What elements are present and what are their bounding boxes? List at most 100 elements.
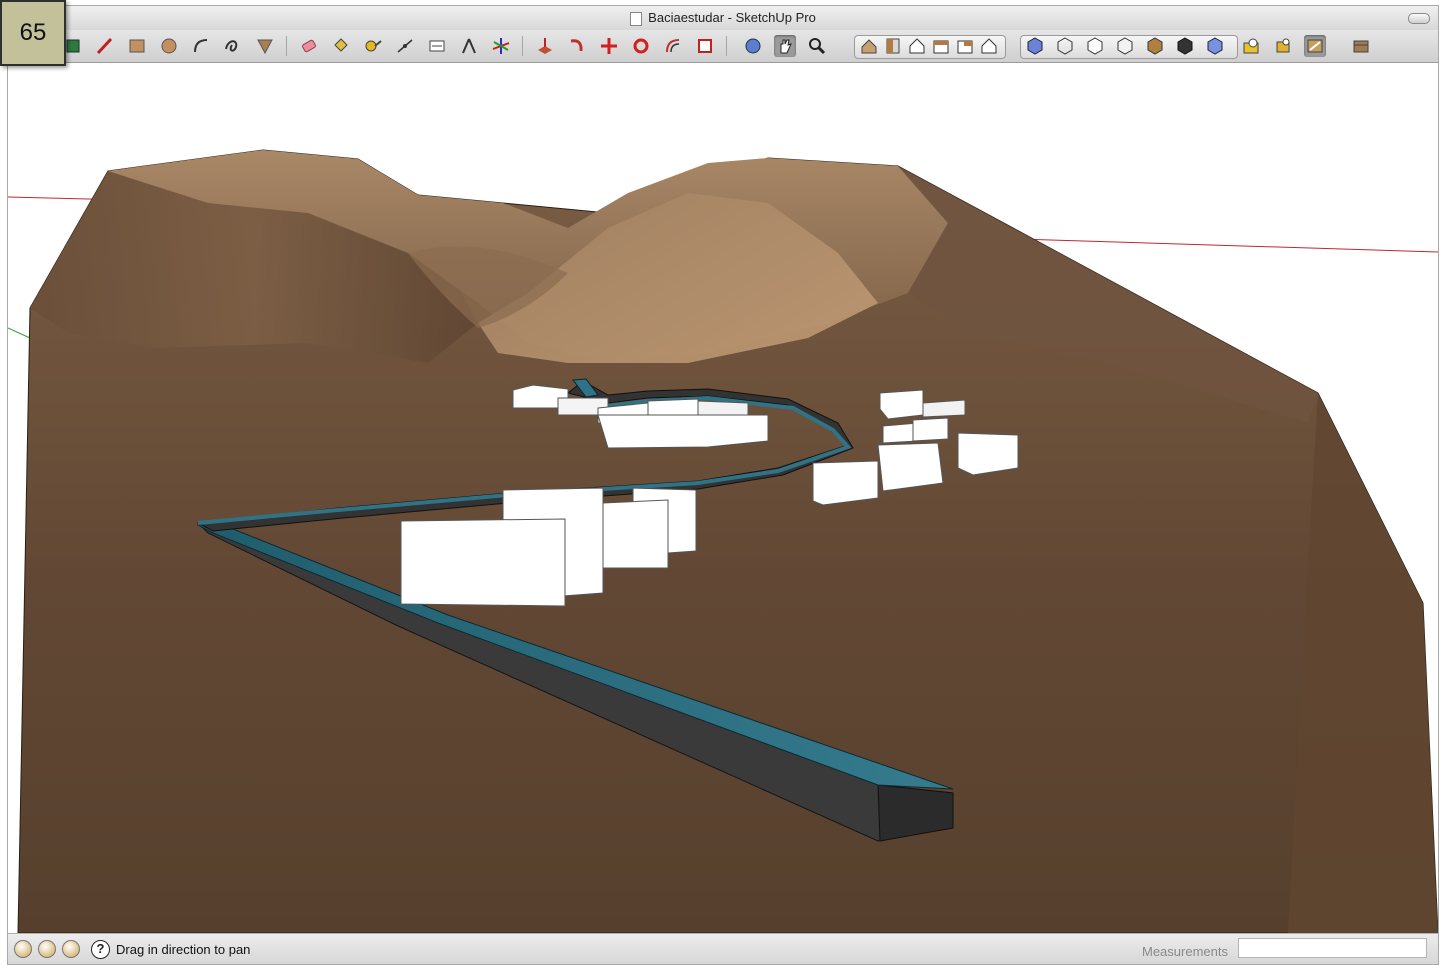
axes-tool-button[interactable] <box>490 35 512 57</box>
window-title: Baciaestudar - SketchUp Pro <box>648 10 816 25</box>
freehand-icon <box>225 40 238 52</box>
pencil-tool-button[interactable] <box>94 35 116 57</box>
follow-me-icon <box>570 39 583 52</box>
shaded-style-button[interactable] <box>1114 35 1136 57</box>
zoom-tool-button[interactable] <box>806 35 828 57</box>
rectangle-tool-button[interactable] <box>126 35 148 57</box>
move-tool-button[interactable] <box>598 35 620 57</box>
slide-number-badge: 65 <box>0 0 66 66</box>
polygon-icon <box>257 39 273 55</box>
building <box>957 432 1019 476</box>
toolbar-separator <box>726 36 727 56</box>
freehand-tool-button[interactable] <box>222 35 244 57</box>
building <box>912 417 949 442</box>
back-view-icon <box>957 40 973 54</box>
toolbar-toggle-button[interactable] <box>1408 13 1430 24</box>
top-view-button[interactable] <box>882 35 904 57</box>
components-button[interactable] <box>1272 35 1294 57</box>
user-icon[interactable] <box>62 940 80 958</box>
red-axis-line <box>1017 238 1438 253</box>
zoom-icon <box>809 38 826 55</box>
xray-icon <box>1027 37 1043 55</box>
building <box>647 398 699 416</box>
tape-measure-tool-button[interactable] <box>362 35 384 57</box>
building <box>922 399 966 418</box>
eraser-tool-button[interactable] <box>298 35 320 57</box>
text-tool-button[interactable] <box>426 35 448 57</box>
paint-bucket-tool-button[interactable] <box>330 35 352 57</box>
scale-tool-button[interactable] <box>694 35 716 57</box>
building <box>602 499 669 569</box>
wireframe-icon <box>1057 37 1073 55</box>
monochrome-icon <box>1177 37 1193 55</box>
layers-button[interactable] <box>1350 35 1372 57</box>
push-pull-tool-button[interactable] <box>534 35 556 57</box>
arc-icon <box>194 39 208 53</box>
styles-button[interactable] <box>1304 35 1326 57</box>
measurements-input[interactable] <box>1238 938 1427 958</box>
front-view-icon <box>909 38 925 54</box>
right-view-icon <box>933 40 949 54</box>
iso-view-icon <box>861 39 877 54</box>
shaded-icon <box>1117 37 1133 55</box>
model-viewport[interactable] <box>8 63 1438 933</box>
title-bar: Baciaestudar - SketchUp Pro <box>8 6 1438 30</box>
back-view-button[interactable] <box>954 35 976 57</box>
orbit-tool-button[interactable] <box>742 35 764 57</box>
status-bar: ? Drag in direction to pan Measurements <box>8 933 1438 964</box>
layers-icon <box>1353 40 1369 53</box>
follow-me-tool-button[interactable] <box>566 35 588 57</box>
front-view-button[interactable] <box>906 35 928 57</box>
xray-style-button[interactable] <box>1024 35 1046 57</box>
pan-tool-button[interactable] <box>774 35 796 57</box>
right-view-button[interactable] <box>930 35 952 57</box>
hidden-line-icon <box>1087 37 1103 55</box>
measurements-label: Measurements <box>1142 944 1228 959</box>
rotate-tool-button[interactable] <box>630 35 652 57</box>
terrain-model <box>8 149 1438 933</box>
arc-tool-button[interactable] <box>190 35 212 57</box>
polygon-tool-button[interactable] <box>254 35 276 57</box>
tape-measure-icon <box>365 40 382 52</box>
circle-tool-button[interactable] <box>158 35 180 57</box>
offset-tool-button[interactable] <box>662 35 684 57</box>
shaded-textures-style-button[interactable] <box>1144 35 1166 57</box>
help-icon[interactable]: ? <box>91 940 110 959</box>
status-message: Drag in direction to pan <box>116 942 251 957</box>
scale-icon <box>698 39 712 53</box>
styles-icon <box>1307 39 1323 53</box>
pencil-icon <box>96 37 113 55</box>
toolbar-separator <box>286 36 287 56</box>
main-toolbar <box>8 30 1438 63</box>
hidden-line-style-button[interactable] <box>1084 35 1106 57</box>
toolbar-separator <box>522 36 523 56</box>
back-edges-icon <box>1207 37 1223 55</box>
shaded-textures-icon <box>1147 37 1163 55</box>
dimension-tool-button[interactable] <box>394 35 416 57</box>
wireframe-style-button[interactable] <box>1054 35 1076 57</box>
pan-icon <box>780 39 792 54</box>
monochrome-style-button[interactable] <box>1174 35 1196 57</box>
left-view-icon <box>981 38 997 54</box>
offset-icon <box>666 39 680 53</box>
credits-icon[interactable] <box>38 940 56 958</box>
left-view-button[interactable] <box>978 35 1000 57</box>
top-view-icon <box>886 38 900 54</box>
move-icon <box>601 38 617 54</box>
photo-textures-icon <box>1243 38 1259 54</box>
geo-location-icon[interactable] <box>14 940 32 958</box>
building <box>597 414 769 449</box>
rectangle-icon <box>129 39 145 53</box>
photo-textures-button[interactable] <box>1240 35 1262 57</box>
protractor-tool-button[interactable] <box>458 35 480 57</box>
dimension-icon <box>397 39 413 53</box>
back-edges-style-button[interactable] <box>1204 35 1226 57</box>
circle-icon <box>161 38 177 54</box>
orbit-icon <box>745 38 761 54</box>
app-window: Baciaestudar - SketchUp Pro ? Drag in di… <box>7 5 1439 965</box>
rotate-icon <box>633 38 649 54</box>
building <box>400 518 566 607</box>
eraser-icon <box>302 39 316 53</box>
text-icon <box>429 40 445 52</box>
iso-view-button[interactable] <box>858 35 880 57</box>
